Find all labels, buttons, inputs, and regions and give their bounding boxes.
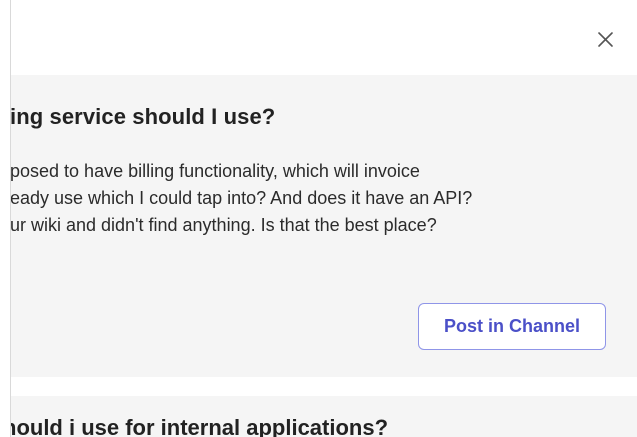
post-in-channel-button[interactable]: Post in Channel: [418, 303, 606, 350]
question-body: posed to have billing functionality, whi…: [11, 158, 472, 239]
close-button[interactable]: [590, 24, 620, 54]
question-title: ing service should I use?: [11, 104, 276, 129]
question-card: ing service should I use? posed to have …: [11, 75, 637, 377]
next-question-title: hould i use for internal applications?: [11, 415, 389, 437]
question-body-line: ur wiki and didn't find anything. Is tha…: [11, 215, 437, 235]
question-body-line: posed to have billing functionality, whi…: [11, 161, 420, 181]
close-icon: [598, 32, 613, 47]
question-body-line: eady use which I could tap into? And doe…: [11, 188, 473, 208]
question-panel: ing service should I use? posed to have …: [0, 0, 637, 437]
next-question-card[interactable]: hould i use for internal applications?: [11, 396, 637, 437]
